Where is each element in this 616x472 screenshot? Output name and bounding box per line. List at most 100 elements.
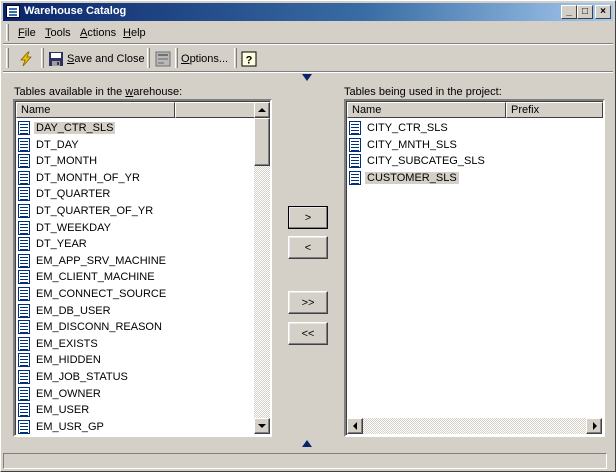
- toolbar: Save and Close Options... ?: [3, 45, 613, 71]
- add-table-button[interactable]: >: [288, 206, 328, 229]
- list-item[interactable]: EM_EXISTS: [18, 336, 258, 352]
- scroll-thumb[interactable]: [254, 118, 270, 166]
- list-item[interactable]: EM_HIDDEN: [18, 352, 258, 368]
- list-item[interactable]: EM_OWNER: [18, 386, 258, 402]
- list-item[interactable]: DT_DAY: [18, 137, 258, 153]
- column-header-name[interactable]: Name: [16, 102, 175, 118]
- list-item[interactable]: DT_MONTH_OF_YR: [18, 170, 258, 186]
- list-item-label: EM_EXISTS: [36, 337, 98, 350]
- column-header-prefix[interactable]: Prefix: [506, 102, 603, 118]
- remove-table-button[interactable]: <: [288, 236, 328, 259]
- status-pane: [3, 453, 607, 469]
- table-icon: [18, 137, 30, 152]
- available-tables-list[interactable]: Name DAY_CTR_SLS DT_DAY DT_MONTH DT_MONTH_O…: [13, 99, 272, 437]
- list-item[interactable]: CITY_MNTH_SLS: [349, 137, 589, 153]
- add-all-tables-button[interactable]: >>: [288, 291, 328, 314]
- column-header-name[interactable]: Name: [347, 102, 506, 118]
- menu-bar: File Tools Actions Help: [3, 24, 613, 43]
- list-item[interactable]: DT_MONTH: [18, 153, 258, 169]
- properties-icon: [155, 51, 171, 67]
- table-icon: [18, 403, 30, 418]
- list-item[interactable]: DAY_CTR_SLS: [18, 120, 258, 136]
- run-button[interactable]: [15, 49, 37, 69]
- list-item-label: DT_MONTH: [36, 155, 98, 168]
- table-icon: [349, 121, 361, 135]
- table-icon: [349, 170, 361, 185]
- menu-tools[interactable]: Tools: [45, 27, 71, 39]
- table-icon: [18, 287, 30, 301]
- list-item-label: EM_OWNER: [36, 387, 101, 400]
- scroll-down-button[interactable]: [254, 418, 270, 434]
- list-item-label: DT_YEAR: [36, 238, 87, 251]
- project-tables-hscrollbar[interactable]: [347, 418, 602, 434]
- warehouse-catalog-window: Warehouse Catalog _ □ × File Tools Actio…: [0, 0, 616, 472]
- menu-help[interactable]: Help: [123, 27, 146, 39]
- help-question-icon: ?: [241, 51, 257, 67]
- arrow-left-icon: [353, 422, 357, 430]
- minimize-button[interactable]: _: [561, 5, 577, 19]
- column-header-blank[interactable]: [175, 102, 255, 118]
- available-tables-scrollbar[interactable]: [254, 102, 270, 434]
- expand-up-arrow-icon[interactable]: [302, 440, 312, 447]
- table-icon: [18, 353, 30, 368]
- list-item[interactable]: DT_QUARTER_OF_YR: [18, 203, 258, 219]
- list-item[interactable]: CUSTOMER_SLS: [349, 170, 589, 186]
- list-item-label: EM_USER: [36, 404, 90, 417]
- scroll-right-button[interactable]: [586, 418, 602, 434]
- menubar-grip: [6, 24, 9, 41]
- properties-button[interactable]: [153, 49, 173, 69]
- table-icon: [18, 386, 30, 401]
- toolbar-separator-4: [234, 48, 237, 68]
- close-button[interactable]: ×: [595, 5, 611, 19]
- list-item-label: EM_DISCONN_REASON: [36, 321, 162, 334]
- table-icon: [18, 419, 30, 434]
- scroll-up-button[interactable]: [254, 102, 270, 118]
- list-item[interactable]: DT_WEEKDAY: [18, 220, 258, 236]
- list-item[interactable]: DT_QUARTER: [18, 186, 258, 202]
- lightning-icon: [20, 51, 32, 67]
- menu-actions[interactable]: Actions: [80, 27, 116, 39]
- list-item-label: EM_HIDDEN: [36, 354, 101, 367]
- title-bar[interactable]: Warehouse Catalog _ □ ×: [3, 3, 613, 21]
- list-item[interactable]: EM_DB_USER: [18, 303, 258, 319]
- menu-file[interactable]: File: [18, 27, 36, 39]
- list-item[interactable]: EM_CONNECT_SOURCE: [18, 286, 258, 302]
- table-icon: [18, 237, 30, 252]
- table-icon: [18, 220, 30, 235]
- list-item-label: DAY_CTR_SLS: [34, 122, 116, 134]
- list-item[interactable]: EM_CLIENT_MACHINE: [18, 269, 258, 285]
- help-button[interactable]: ?: [240, 49, 258, 69]
- list-item-label: CITY_CTR_SLS: [367, 122, 448, 134]
- list-item-label: EM_APP_SRV_MACHINE: [36, 254, 167, 267]
- list-item-label: DT_DAY: [36, 138, 79, 151]
- scroll-left-button[interactable]: [347, 418, 363, 434]
- list-item[interactable]: EM_USR_GP: [18, 419, 258, 435]
- arrow-right-icon: [593, 422, 597, 430]
- table-icon: [349, 154, 361, 169]
- list-item-label: EM_USR_GP: [36, 420, 104, 433]
- list-item[interactable]: EM_DISCONN_REASON: [18, 319, 258, 335]
- maximize-button[interactable]: □: [577, 5, 593, 19]
- catalog-icon: [6, 5, 20, 18]
- toolbar-grip: [6, 48, 9, 68]
- collapse-down-arrow-icon[interactable]: [302, 74, 312, 81]
- list-item[interactable]: EM_USER: [18, 402, 258, 418]
- list-item-label: DT_WEEKDAY: [36, 221, 111, 234]
- save-and-close-button[interactable]: Save and Close: [47, 49, 145, 69]
- remove-all-tables-button[interactable]: <<: [288, 322, 328, 345]
- list-item[interactable]: CITY_SUBCATEG_SLS: [349, 153, 589, 169]
- list-item-label: CITY_SUBCATEG_SLS: [367, 155, 485, 168]
- toolbar-separator-2: [147, 48, 150, 68]
- list-item-label: DT_MONTH_OF_YR: [36, 171, 140, 184]
- project-tables-list[interactable]: Name Prefix CITY_CTR_SLS CITY_MNTH_SLS CIT…: [344, 99, 605, 437]
- options-button[interactable]: Options...: [181, 49, 231, 69]
- list-item-label: DT_QUARTER_OF_YR: [36, 205, 154, 217]
- available-tables-label: Tables available in the warehouse:: [14, 86, 183, 98]
- list-item[interactable]: EM_APP_SRV_MACHINE: [18, 253, 258, 269]
- list-item[interactable]: DT_YEAR: [18, 236, 258, 252]
- list-item[interactable]: CITY_CTR_SLS: [349, 120, 589, 136]
- list-item[interactable]: EM_JOB_STATUS: [18, 369, 258, 385]
- table-icon: [18, 154, 30, 169]
- arrow-down-icon: [258, 424, 266, 428]
- toolbar-separator-3: [175, 48, 178, 68]
